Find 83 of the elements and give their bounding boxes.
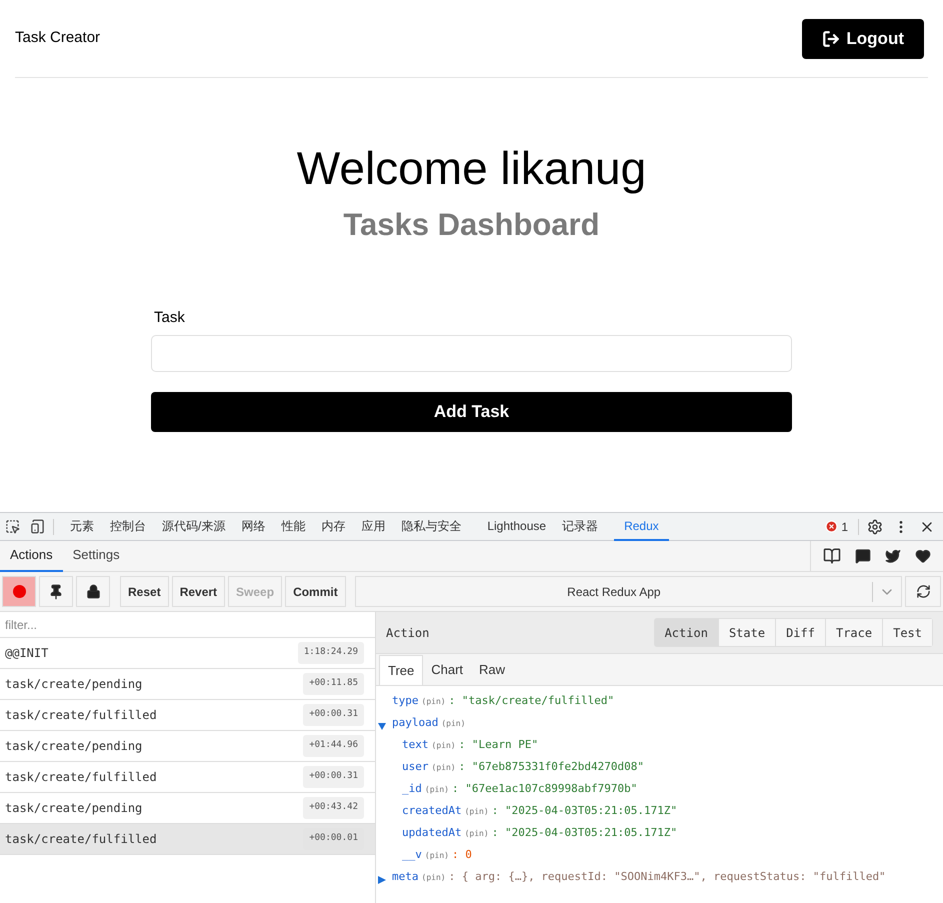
expanded-arrow-icon[interactable] — [378, 722, 386, 730]
toolbar-button[interactable]: Revert — [172, 576, 226, 607]
devtools-tab[interactable]: 控制台 — [102, 512, 154, 540]
pin-link[interactable]: (pin) — [441, 718, 466, 730]
chat-icon[interactable] — [855, 548, 871, 564]
pin-link[interactable]: (pin) — [424, 784, 449, 796]
monitor-tab[interactable]: Diff — [775, 619, 825, 646]
lock-button[interactable] — [76, 576, 110, 607]
tree-value: : 0 — [452, 847, 472, 863]
tree-value: : "2025-04-03T05:21:05.171Z" — [492, 803, 678, 819]
error-count-badge[interactable]: 1 — [825, 518, 848, 536]
bird-icon[interactable] — [885, 548, 901, 564]
view-tab[interactable]: Tree — [379, 655, 424, 685]
heart-icon[interactable] — [915, 548, 931, 564]
pin-button[interactable] — [39, 576, 73, 607]
monitor-tab[interactable]: Test — [882, 619, 932, 646]
tree-value: : "Learn PE" — [458, 737, 538, 753]
logout-icon — [822, 30, 840, 48]
lock-icon — [86, 584, 100, 599]
time-badge: +01:44.96 — [303, 735, 364, 757]
action-row[interactable]: task/create/fulfilled +00:00.01 — [0, 824, 375, 855]
devtools-tab[interactable]: 应用 — [353, 512, 394, 540]
time-badge: +00:43.42 — [303, 797, 364, 819]
tree-value: : "2025-04-03T05:21:05.171Z" — [492, 825, 678, 841]
sync-button[interactable] — [905, 576, 941, 607]
pin-link[interactable]: (pin) — [464, 828, 489, 840]
monitor-tab[interactable]: State — [718, 619, 776, 646]
pin-link[interactable]: (pin) — [432, 762, 456, 774]
pin-link[interactable]: (pin) — [422, 872, 446, 884]
instance-select[interactable]: React Redux App — [354, 576, 902, 607]
settings-tab[interactable]: Settings — [62, 540, 130, 572]
logout-button[interactable]: Logout — [802, 18, 924, 58]
tree-value: : "67eb875331f0fe2bd4270d08" — [458, 759, 644, 775]
pin-link[interactable]: (pin) — [424, 850, 449, 862]
tree-value: : "task/create/fulfilled" — [448, 693, 614, 709]
view-tab[interactable]: Raw — [471, 655, 514, 685]
tree-key: _id — [402, 781, 422, 798]
welcome-title: Welcome likanug — [296, 141, 646, 196]
tree-key: createdAt — [402, 803, 462, 820]
record-icon — [12, 585, 26, 598]
error-icon — [825, 520, 838, 533]
task-input-field[interactable] — [151, 335, 792, 372]
toolbar-button[interactable]: Commit — [285, 576, 346, 607]
devtools-tab[interactable]: 内存 — [313, 512, 354, 540]
devtools-tab[interactable]: 性能 — [273, 512, 314, 540]
tree-key: __v — [402, 847, 422, 864]
devtools-tab[interactable]: 源代码/来源 — [154, 512, 234, 540]
tree-key: type — [392, 693, 418, 710]
tree-value: : { arg: {…}, requestId: "SOONim4KF3…", requestStatus: "fulfilled" — [448, 869, 886, 885]
dashboard-subtitle: Tasks Dashboard — [343, 206, 600, 244]
docs-book-icon[interactable] — [823, 547, 841, 565]
time-badge: +00:11.85 — [303, 673, 364, 695]
devtools-tab[interactable]: 网络 — [233, 512, 274, 540]
monitor-tab[interactable]: Trace — [824, 619, 882, 646]
sync-icon — [916, 584, 930, 599]
device-toolbar-icon[interactable] — [30, 519, 45, 534]
pin-link[interactable]: (pin) — [422, 696, 446, 708]
time-badge: +00:00.31 — [303, 766, 364, 788]
toolbar-button[interactable]: Reset — [120, 576, 169, 607]
tree-key: payload — [392, 715, 438, 732]
tree-key: updatedAt — [402, 825, 462, 842]
devtools-tab[interactable]: Lighthouse — [479, 512, 554, 540]
tree-key: text — [402, 737, 428, 754]
devtools-tab[interactable]: 隐私与安全 — [393, 512, 470, 540]
add-task-button[interactable]: Add Task — [151, 392, 792, 432]
pin-icon — [48, 584, 64, 600]
time-badge: 1:18:24.29 — [298, 642, 364, 664]
task-label: Task — [154, 308, 186, 328]
tree-key: user — [402, 759, 428, 776]
tree-value: : "67ee1ac107c89998abf7970b" — [452, 781, 638, 797]
collapsed-arrow-icon[interactable] — [378, 876, 386, 884]
brand-title: Task Creator — [15, 28, 100, 48]
pin-link[interactable]: (pin) — [464, 806, 489, 818]
tree-key: meta — [392, 869, 418, 886]
inspector-title: Action — [386, 624, 430, 642]
pin-link[interactable]: (pin) — [432, 740, 456, 752]
view-tab[interactable]: Chart — [423, 655, 472, 685]
time-badge: +00:00.31 — [303, 704, 364, 726]
settings-icon[interactable] — [867, 518, 883, 534]
devtools-tab[interactable]: 元素 — [62, 512, 102, 540]
devtools-tab[interactable]: 记录器 — [554, 512, 606, 540]
inspect-icon[interactable] — [5, 519, 20, 534]
monitor-tab[interactable]: Action — [654, 619, 718, 646]
